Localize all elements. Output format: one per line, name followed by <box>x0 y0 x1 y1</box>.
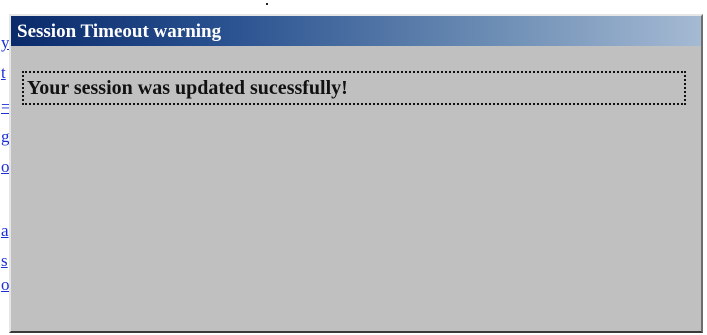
dialog-message: Your session was updated sucessfully! <box>27 77 348 99</box>
background-link[interactable]: a <box>1 222 9 239</box>
page: y t = g o a s o Session Timeout warning … <box>0 0 707 335</box>
message-focus-box[interactable]: Your session was updated sucessfully! <box>22 71 686 105</box>
background-dot <box>266 3 268 5</box>
background-link[interactable]: s <box>1 252 8 269</box>
dialog-titlebar[interactable]: Session Timeout warning <box>11 16 701 46</box>
session-timeout-dialog: Session Timeout warning Your session was… <box>9 14 703 333</box>
dialog-title: Session Timeout warning <box>17 21 222 42</box>
background-link[interactable]: t <box>1 64 6 81</box>
